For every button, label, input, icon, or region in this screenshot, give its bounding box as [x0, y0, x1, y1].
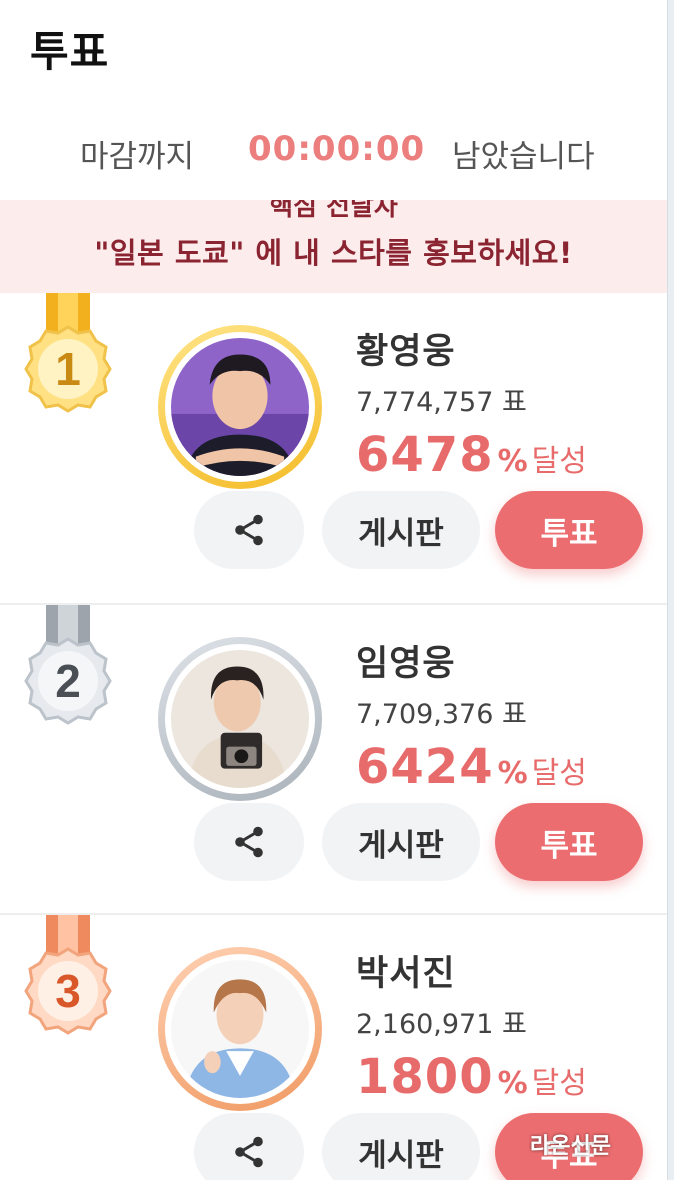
page-title: 투표: [30, 27, 110, 76]
banner-line-1: 핵심 전달자: [269, 200, 398, 222]
avatar: [171, 650, 309, 788]
achievement-percent: 6478: [356, 427, 494, 483]
vote-count: 7,709,376 표: [356, 699, 527, 730]
achievement-percent: 6424: [356, 739, 494, 795]
bronze-medal-icon: 3: [24, 915, 112, 1035]
candidate-name: 황영웅: [356, 332, 456, 372]
candidate-info: 임영웅 7,709,376 표 6424% 달성: [356, 635, 587, 795]
vote-page: 투표 마감까지 00:00:00 남았습니다 핵심 전달자 "일본 도쿄" 에 …: [0, 0, 674, 1180]
avatar-frame[interactable]: [158, 325, 322, 489]
candidate-info: 황영웅 7,774,757 표 6478% 달성: [356, 323, 587, 483]
avatar-frame[interactable]: [158, 637, 322, 801]
deadline-countdown: 마감까지 00:00:00 남았습니다: [0, 125, 667, 175]
countdown-timer: 00:00:00: [248, 129, 426, 169]
share-icon: [235, 1136, 263, 1168]
achievement: 1800% 달성: [356, 1049, 587, 1105]
vote-button[interactable]: 투표: [495, 491, 643, 569]
avatar-frame[interactable]: [158, 947, 322, 1111]
watermark-logo: 라온신문: [530, 1134, 611, 1159]
candidate-name: 임영웅: [356, 644, 456, 684]
share-button[interactable]: [194, 803, 304, 881]
percent-unit: %: [497, 444, 528, 479]
vote-count: 7,774,757 표: [356, 387, 527, 418]
deadline-prefix: 마감까지: [80, 139, 195, 175]
vote-button[interactable]: 투표: [495, 803, 643, 881]
deadline-suffix: 남았습니다: [452, 139, 595, 175]
share-icon: [235, 514, 263, 546]
gold-medal-icon: 1: [24, 293, 112, 413]
share-button[interactable]: [194, 491, 304, 569]
board-button[interactable]: 게시판: [322, 803, 480, 881]
board-button[interactable]: 게시판: [322, 1113, 480, 1180]
silver-medal-icon: 2: [24, 605, 112, 725]
percent-unit: %: [497, 756, 528, 791]
percent-unit: %: [497, 1066, 528, 1101]
avatar: [171, 338, 309, 476]
medal-rank-number: 1: [55, 343, 81, 395]
banner-line-2: "일본 도쿄" 에 내 스타를 홍보하세요!: [94, 236, 573, 270]
rank-card: 1 황영웅 7,774,757 표 6478% 달성 게시판 투표: [0, 293, 667, 603]
achievement-label: 달성: [531, 444, 587, 479]
page-header: 투표 마감까지 00:00:00 남았습니다: [0, 0, 667, 200]
scroll-edge: [667, 0, 674, 1180]
board-button[interactable]: 게시판: [322, 491, 480, 569]
share-icon: [235, 826, 263, 858]
promo-banner[interactable]: 핵심 전달자 "일본 도쿄" 에 내 스타를 홍보하세요!: [0, 200, 667, 293]
achievement-percent: 1800: [356, 1049, 494, 1105]
candidate-info: 박서진 2,160,971 표 1800% 달성: [356, 945, 587, 1105]
medal-rank-number: 3: [55, 965, 81, 1017]
achievement: 6478% 달성: [356, 427, 587, 483]
vote-count: 2,160,971 표: [356, 1009, 527, 1040]
achievement-label: 달성: [531, 756, 587, 791]
share-button[interactable]: [194, 1113, 304, 1180]
achievement: 6424% 달성: [356, 739, 587, 795]
avatar: [171, 960, 309, 1098]
rank-card: 2 임영웅 7,709,376 표 6424% 달성 게시판 투표: [0, 603, 667, 913]
candidate-name: 박서진: [356, 954, 456, 994]
achievement-label: 달성: [531, 1066, 587, 1101]
medal-rank-number: 2: [55, 655, 81, 707]
